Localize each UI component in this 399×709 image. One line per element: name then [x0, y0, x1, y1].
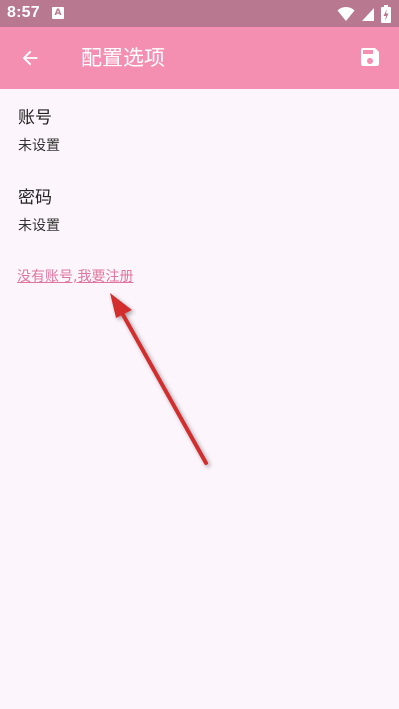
battery-icon: [381, 5, 391, 23]
pref-account-title: 账号: [18, 108, 52, 128]
arrow-left-icon: [22, 50, 38, 66]
floppy-disk-icon: [361, 48, 379, 66]
status-time: 8:57: [7, 4, 40, 21]
pref-password-title: 密码: [18, 188, 52, 208]
status-icons: [337, 5, 391, 23]
signal-icon: [362, 8, 374, 21]
pref-account-summary: 未设置: [18, 138, 60, 154]
wifi-icon: [337, 6, 355, 21]
save-button[interactable]: [355, 42, 385, 72]
pref-password-summary: 未设置: [18, 218, 60, 234]
notification-icon: A: [52, 7, 64, 19]
app-bar: 配置选项: [0, 27, 399, 89]
page-title: 配置选项: [81, 46, 165, 70]
annotation-arrow-head: [110, 293, 132, 318]
pref-password[interactable]: 密码 未设置: [18, 186, 378, 246]
pref-account[interactable]: 账号 未设置: [18, 106, 378, 166]
register-link[interactable]: 没有账号,我要注册: [17, 267, 133, 287]
back-button[interactable]: [14, 42, 46, 74]
status-bar: 8:57 A: [0, 0, 399, 27]
annotation-arrow-shaft: [120, 311, 208, 465]
